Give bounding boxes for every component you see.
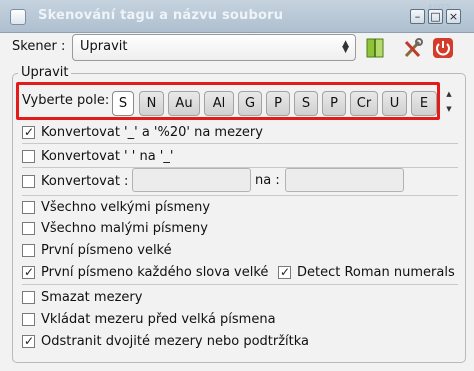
option-label: Všechno malými písmeny bbox=[41, 220, 208, 236]
option-label: Smazat mezery bbox=[41, 289, 143, 305]
field-button-au[interactable]: Au bbox=[168, 91, 200, 116]
combo-arrows-icon: ▲ ▼ bbox=[342, 39, 349, 55]
separator bbox=[22, 284, 458, 285]
option-label: Konvertovat '_' a '%20' na mezery bbox=[41, 124, 263, 140]
group-title: Upravit bbox=[18, 65, 72, 80]
option-label: Konvertovat ' ' na '_' bbox=[41, 148, 174, 164]
scanner-select[interactable]: Upravit ▲ ▼ bbox=[72, 34, 356, 61]
option-convert-space[interactable]: Konvertovat ' ' na '_' bbox=[22, 146, 173, 166]
option-remove-spaces[interactable]: Smazat mezery bbox=[22, 287, 142, 307]
option-each-word-upper[interactable]: První písmeno každého slova velké bbox=[22, 262, 268, 282]
separator bbox=[22, 195, 458, 196]
scroll-down-icon[interactable]: ▼ bbox=[444, 104, 454, 114]
option-detect-roman[interactable]: Detect Roman numerals bbox=[278, 262, 455, 282]
checkbox-unchecked[interactable] bbox=[22, 200, 35, 214]
scanner-selected-value: Upravit bbox=[80, 39, 128, 54]
open-book-icon[interactable] bbox=[364, 36, 386, 60]
field-button-al[interactable]: Al bbox=[204, 91, 234, 116]
separator bbox=[22, 143, 458, 144]
checkbox-unchecked[interactable] bbox=[22, 312, 35, 326]
scroll-up-icon[interactable]: ▲ bbox=[444, 89, 454, 99]
maximize-button[interactable]: □ bbox=[428, 9, 443, 24]
close-window-button[interactable]: × bbox=[446, 9, 461, 24]
option-insert-space[interactable]: Vkládat mezeru před velká písmena bbox=[22, 309, 276, 329]
option-label: Vkládat mezeru před velká písmena bbox=[41, 311, 276, 327]
field-button-cr[interactable]: Cr bbox=[350, 91, 378, 116]
option-convert-underscore[interactable]: Konvertovat '_' a '%20' na mezery bbox=[22, 122, 263, 142]
option-label: Konvertovat : bbox=[41, 173, 129, 189]
field-button-p[interactable]: P bbox=[266, 91, 290, 116]
field-button-n[interactable]: N bbox=[139, 91, 164, 116]
option-label: První písmeno každého slova velké bbox=[41, 264, 269, 280]
checkbox-unchecked[interactable] bbox=[22, 243, 35, 257]
option-remove-double[interactable]: Odstranit dvojité mezery nebo podtržítka bbox=[22, 331, 309, 351]
convert-from-input[interactable] bbox=[132, 168, 251, 192]
option-convert-custom[interactable]: Konvertovat : bbox=[22, 171, 128, 191]
checkbox-checked[interactable] bbox=[22, 124, 35, 140]
window-title: Skenování tagu a názvu souboru bbox=[38, 8, 284, 23]
checkbox-unchecked[interactable] bbox=[22, 290, 35, 304]
quit-power-icon[interactable] bbox=[432, 36, 454, 60]
option-label: Všechno velkými písmeny bbox=[41, 199, 211, 215]
window-menu-icon[interactable] bbox=[10, 9, 26, 25]
title-bar[interactable]: Skenování tagu a názvu souboru MP3 sou –… bbox=[0, 0, 474, 33]
tools-settings-icon[interactable] bbox=[402, 36, 424, 60]
option-lower-all[interactable]: Všechno malými písmeny bbox=[22, 218, 208, 238]
scanner-label: Skener : bbox=[12, 39, 66, 54]
option-first-upper[interactable]: První písmeno velké bbox=[22, 240, 172, 260]
option-label: Odstranit dvojité mezery nebo podtržítka bbox=[41, 333, 310, 349]
field-button-s2[interactable]: S bbox=[294, 91, 318, 116]
minimize-button[interactable]: – bbox=[410, 9, 425, 24]
checkbox-checked[interactable] bbox=[278, 264, 291, 280]
option-upper-all[interactable]: Všechno velkými písmeny bbox=[22, 197, 210, 217]
field-select-label: Vyberte pole: bbox=[22, 93, 110, 108]
checkbox-checked[interactable] bbox=[22, 264, 35, 280]
option-label: První písmeno velké bbox=[41, 242, 172, 258]
convert-to-input[interactable] bbox=[285, 168, 404, 192]
field-button-e[interactable]: E bbox=[411, 91, 437, 116]
checkbox-unchecked[interactable] bbox=[22, 174, 35, 188]
field-button-p2[interactable]: P bbox=[322, 91, 346, 116]
convert-to-label: na : bbox=[255, 173, 280, 188]
field-button-u[interactable]: U bbox=[382, 91, 407, 116]
checkbox-unchecked[interactable] bbox=[22, 149, 35, 163]
option-label: Detect Roman numerals bbox=[297, 264, 455, 280]
checkbox-unchecked[interactable] bbox=[22, 221, 35, 235]
checkbox-checked[interactable] bbox=[22, 333, 35, 349]
field-button-g[interactable]: G bbox=[238, 91, 262, 116]
field-button-s[interactable]: S bbox=[112, 91, 134, 116]
